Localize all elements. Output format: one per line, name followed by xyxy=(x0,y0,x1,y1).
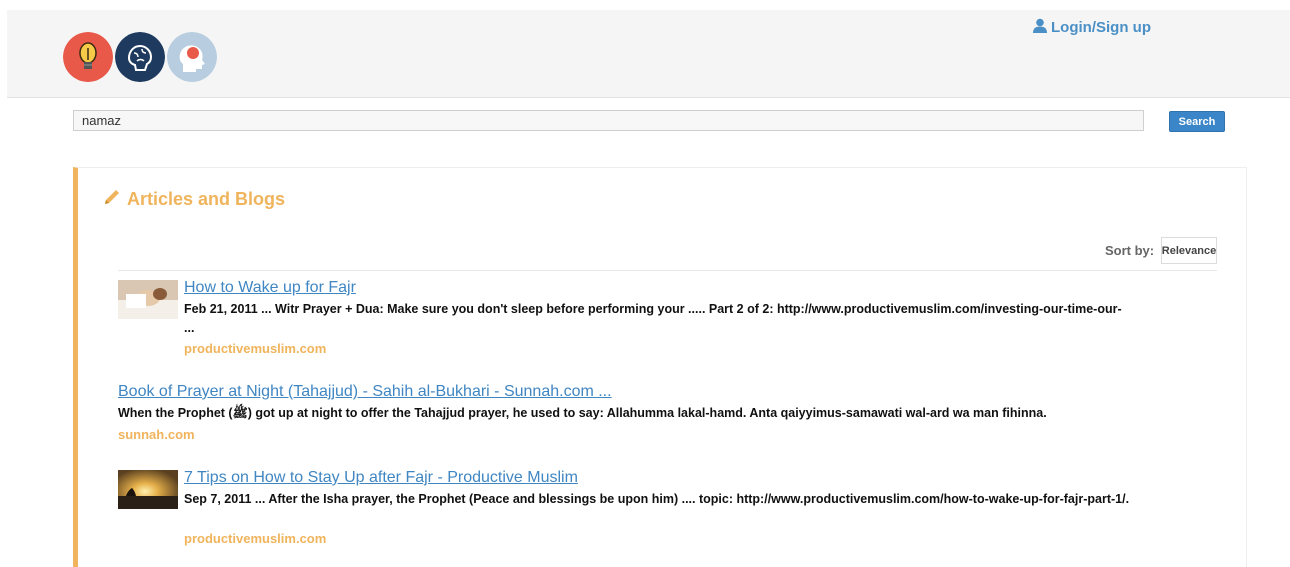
login-signup-link[interactable]: Login/Sign up xyxy=(1033,18,1151,37)
lightbulb-icon[interactable] xyxy=(63,32,113,82)
search-input[interactable] xyxy=(73,110,1144,131)
head-icon[interactable] xyxy=(167,32,217,82)
search-button[interactable]: Search xyxy=(1169,111,1225,132)
brain-icon[interactable] xyxy=(115,32,165,82)
result-title-link[interactable]: 7 Tips on How to Stay Up after Fajr - Pr… xyxy=(184,469,578,487)
panel-title: Articles and Blogs xyxy=(103,188,285,211)
pencil-icon xyxy=(103,188,121,211)
sunrise-image[interactable] xyxy=(118,470,178,509)
result-snippet: When the Prophet (ﷺ) got up at night to … xyxy=(118,406,1047,420)
result-source: productivemuslim.com xyxy=(184,531,327,546)
site-header: Login/Sign up xyxy=(7,10,1290,98)
articles-panel: Articles and Blogs Sort by: Relevance Ho… xyxy=(73,167,1247,567)
result-snippet: Feb 21, 2011 ... Witr Prayer + Dua: Make… xyxy=(184,302,1122,335)
sort-select[interactable]: Relevance xyxy=(1161,237,1217,264)
user-icon xyxy=(1033,18,1047,37)
result-title-link[interactable]: How to Wake up for Fajr xyxy=(184,279,356,297)
divider xyxy=(118,270,1217,271)
result-source: sunnah.com xyxy=(118,427,195,442)
login-label: Login/Sign up xyxy=(1051,19,1151,36)
result-title-link[interactable]: Book of Prayer at Night (Tahajjud) - Sah… xyxy=(118,383,612,401)
panel-title-text: Articles and Blogs xyxy=(127,189,286,209)
result-snippet: Sep 7, 2011 ... After the Isha prayer, t… xyxy=(184,492,1130,506)
sleeping-person-image[interactable] xyxy=(118,280,178,319)
sort-label: Sort by: xyxy=(1105,243,1155,258)
result-source: productivemuslim.com xyxy=(184,341,327,356)
